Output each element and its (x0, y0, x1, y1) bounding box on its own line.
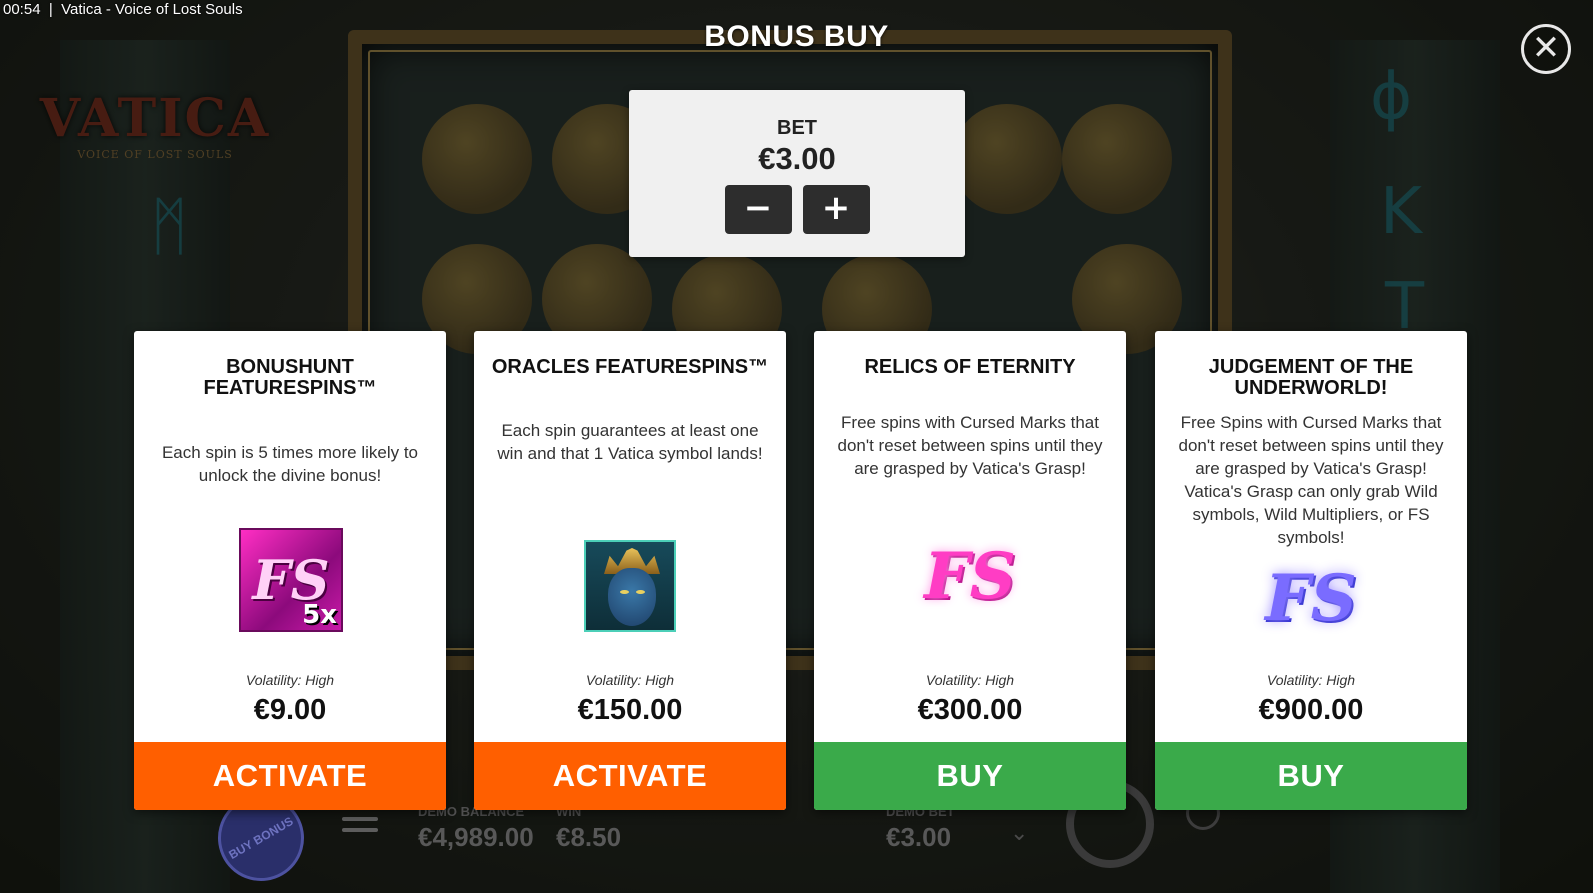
window-title: Vatica - Voice of Lost Souls (61, 1, 243, 18)
icon-badge: 5x (302, 600, 337, 630)
dialog-title: BONUS BUY (704, 20, 889, 53)
card-description: Free Spins with Cursed Marks that don't … (1178, 413, 1444, 547)
bet-controls: − + (629, 185, 965, 234)
fs-5x-icon: FS 5x (239, 528, 343, 632)
fs-pink-icon: FS (910, 539, 1030, 614)
buy-button[interactable]: BUY (814, 742, 1126, 810)
close-icon[interactable]: ✕ (1521, 24, 1571, 74)
card-title: BONUSHUNT FEATURESPINS™ (203, 356, 377, 399)
card-title: RELICS OF ETERNITY (864, 356, 1076, 378)
buy-button[interactable]: BUY (1155, 742, 1467, 810)
card-volatility: Volatility: High (245, 672, 335, 688)
fs-blue-icon: FS (1251, 561, 1371, 636)
bonus-card-oracles: ORACLES FEATURESPINS™ Each spin guarante… (474, 331, 786, 810)
increase-bet-button[interactable]: + (802, 185, 870, 234)
card-price: €150.00 (577, 694, 683, 726)
card-description: Free spins with Cursed Marks that don't … (837, 413, 1103, 478)
demo-balance-value: €4,989.00 (418, 822, 534, 852)
oracle-portrait-icon (584, 540, 676, 632)
card-volatility: Volatility: High (925, 672, 1015, 688)
demo-bet-value: €3.00 (886, 822, 952, 852)
win-value: €8.50 (556, 822, 622, 852)
card-description: Each spin guarantees at least one win an… (497, 421, 763, 463)
clock: 00:54 (3, 1, 41, 18)
card-price: €300.00 (917, 694, 1023, 726)
decrease-bet-button[interactable]: − (724, 185, 792, 234)
bet-label: BET (777, 117, 817, 139)
bet-panel: BET €3.00 − + (629, 90, 965, 257)
icon-text: FS (1265, 561, 1357, 636)
bet-value: €3.00 (758, 141, 836, 176)
bonus-card-bonushunt: BONUSHUNT FEATURESPINS™ Each spin is 5 t… (134, 331, 446, 810)
card-price: €900.00 (1258, 694, 1364, 726)
card-title: ORACLES FEATURESPINS™ (491, 356, 769, 378)
chevron-down-icon[interactable]: ⌄ (1010, 820, 1028, 846)
card-description: Each spin is 5 times more likely to unlo… (161, 443, 419, 485)
card-volatility: Volatility: High (585, 672, 675, 688)
bonus-card-relics: RELICS OF ETERNITY Free spins with Curse… (814, 331, 1126, 810)
window-titlebar: 00:54 | Vatica - Voice of Lost Souls (3, 1, 243, 18)
card-volatility: Volatility: High (1266, 672, 1356, 688)
activate-button[interactable]: ACTIVATE (474, 742, 786, 810)
title-separator: | (44, 1, 57, 18)
card-title: JUDGEMENT OF THE UNDERWORLD! (1208, 356, 1414, 399)
icon-text: FS (924, 539, 1016, 614)
bonus-card-judgement: JUDGEMENT OF THE UNDERWORLD! Free Spins … (1155, 331, 1467, 810)
card-price: €9.00 (253, 694, 327, 726)
activate-button[interactable]: ACTIVATE (134, 742, 446, 810)
